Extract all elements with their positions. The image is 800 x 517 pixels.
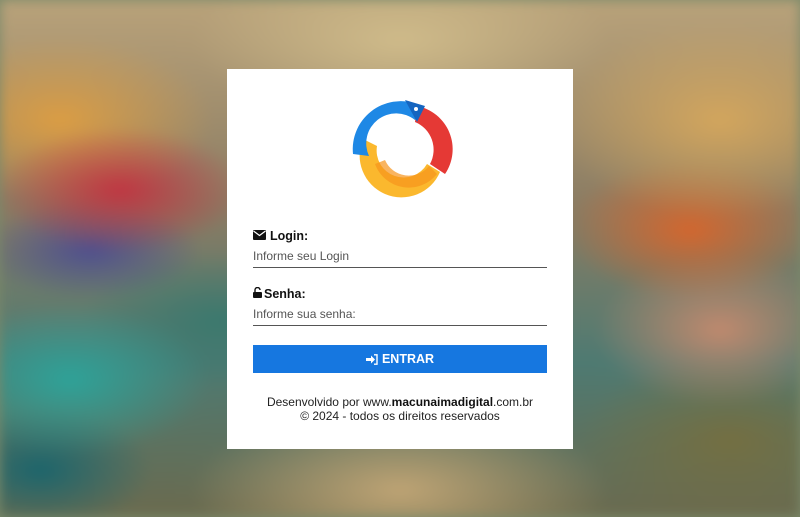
footer-suffix: .com.br: [493, 395, 534, 409]
sign-in-icon: [365, 353, 378, 365]
enter-button-label: ENTRAR: [381, 352, 435, 366]
login-card: Login: Senha: ENTRAR Desenvolvido por ww…: [227, 69, 573, 449]
password-input[interactable]: [253, 303, 547, 326]
unlock-icon: [253, 286, 262, 301]
login-label-text: Login:: [270, 229, 309, 243]
footer-prefix: Desenvolvido por www.: [266, 395, 392, 409]
password-label: Senha:: [253, 286, 306, 301]
macunaima-digital-logo: [352, 100, 453, 198]
copyright-text: © 2024 - todos os direitos reservados: [300, 409, 500, 423]
developed-by-line: Desenvolvido por www.macunaimadigital.co…: [227, 395, 573, 409]
envelope-icon: [253, 229, 266, 243]
password-label-text: Senha:: [264, 287, 306, 301]
login-input[interactable]: [253, 245, 547, 268]
login-label: Login:: [253, 229, 308, 243]
footer-site-name: macunaimadigital: [391, 395, 494, 409]
footer: Desenvolvido por www.macunaimadigital.co…: [227, 395, 573, 423]
enter-button[interactable]: ENTRAR: [253, 345, 547, 373]
